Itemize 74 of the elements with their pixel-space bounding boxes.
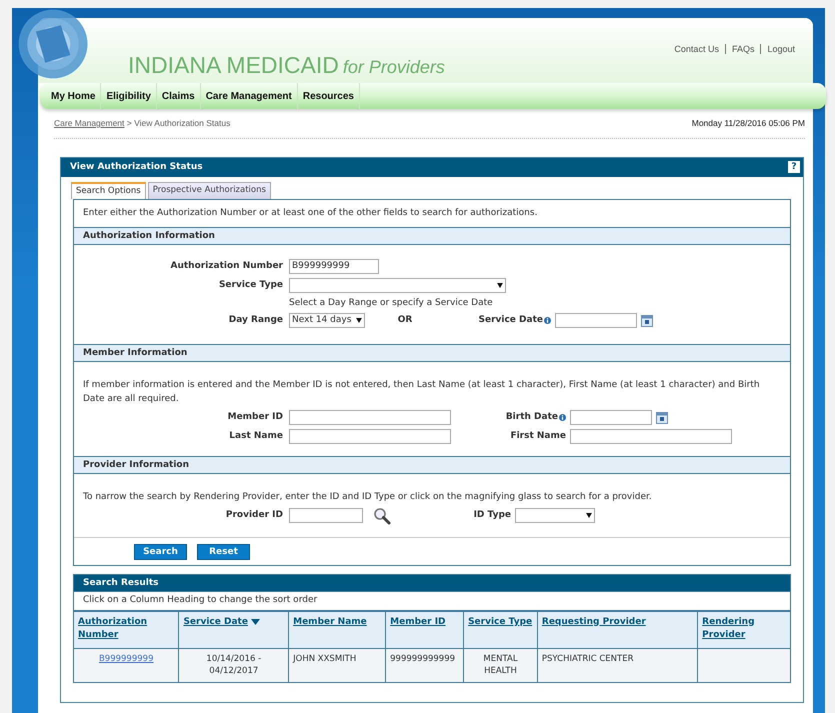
column-header-link[interactable]: Rendering Provider (702, 616, 786, 642)
dropdown[interactable] (289, 278, 506, 293)
dropdown[interactable]: Next 14 days (289, 313, 365, 328)
field-label: Last Name (228, 430, 284, 443)
caret-icon (586, 513, 592, 518)
section-header: Authorization Information (74, 227, 790, 245)
column-header[interactable]: Authorization Number (74, 611, 179, 648)
column-header-link[interactable]: Member ID (390, 616, 446, 629)
nav-item[interactable]: Claims (156, 83, 201, 109)
section-header: Member Information (74, 344, 790, 362)
column-header-link[interactable]: Service Date (183, 616, 248, 629)
column-header[interactable]: Service Date (178, 611, 289, 648)
input-field[interactable]: B999999999 (289, 259, 379, 274)
column-header[interactable]: Rendering Provider (698, 611, 790, 648)
date-time: Monday 11/28/2016 05:06 PM (692, 117, 805, 130)
dropdown[interactable] (515, 508, 595, 523)
table-cell: 10/14/2016 - 04/12/2017 (206, 654, 262, 676)
action-button[interactable]: Reset (197, 544, 250, 560)
field-label: Provider ID (224, 508, 284, 522)
or-label: OR (396, 314, 414, 327)
table-cell: 999999999999 (390, 654, 456, 664)
field-label: First Name (509, 430, 567, 443)
header-link[interactable]: FAQs (724, 44, 760, 54)
calendar-icon (656, 412, 668, 424)
input-field[interactable] (289, 410, 451, 425)
site-subtitle: for Providers (342, 57, 445, 77)
results-header: Search Results (73, 574, 791, 592)
help-button[interactable]: ? (788, 161, 800, 174)
table-cell: MENTAL HEALTH (483, 654, 518, 676)
header-link[interactable]: Contact Us (668, 44, 725, 54)
column-header-link[interactable]: Requesting Provider (542, 616, 646, 629)
column-header-link[interactable]: Authorization Number (78, 616, 174, 642)
field-label: Authorization Number (169, 260, 284, 273)
caret-icon (356, 318, 362, 323)
section-header: Provider Information (74, 456, 790, 474)
instruction-text: If member information is entered and the Member ID is not entered, then Last Name (at least 1 character), First Name (at least 1 character) and Birth Date are all required. (83, 379, 761, 406)
calendar-icon (641, 314, 653, 326)
tab[interactable]: Prospective Authorizations (148, 182, 271, 198)
instruction-text: To narrow the search by Rendering Provider, enter the ID and ID Type or click on the magnifying glass to search for a provider. (83, 491, 653, 504)
field-label: Service Type (218, 278, 284, 292)
column-header[interactable]: Requesting Provider (537, 611, 698, 648)
nav-item[interactable]: Resources (298, 83, 360, 109)
input-field[interactable] (570, 429, 732, 444)
column-header[interactable]: Member Name (288, 611, 386, 648)
breadcrumb-current: > View Authorization Status (126, 118, 230, 128)
hint-text: Select a Day Range or specify a Service Date (288, 297, 494, 310)
caret-icon (497, 283, 503, 288)
tab[interactable]: Search Options (71, 182, 146, 198)
field-label: Birth Date (506, 410, 558, 424)
field-label: ID Type (472, 508, 512, 522)
panel-title: View Authorization Status (70, 160, 203, 174)
date-field[interactable] (570, 410, 652, 425)
column-header[interactable]: Service Type (464, 611, 538, 648)
breadcrumb-link[interactable]: Care Management (54, 118, 124, 128)
input-field[interactable] (289, 508, 363, 523)
site-title: INDIANA MEDICAID (128, 52, 339, 78)
field-label: Member ID (226, 410, 284, 424)
header-link[interactable]: Logout (760, 44, 801, 54)
table-cell: JOHN XXSMITH (293, 654, 356, 664)
date-field[interactable] (555, 313, 637, 328)
nav-item[interactable]: My Home (46, 83, 102, 109)
table-cell: PSYCHIATRIC CENTER (542, 654, 634, 664)
field-label: Day Range (228, 314, 284, 327)
search-icon (373, 506, 391, 524)
nav-item[interactable]: Eligibility (101, 83, 157, 109)
column-header-link[interactable]: Service Type (468, 616, 532, 629)
action-button[interactable]: Search (134, 544, 187, 560)
nav-item[interactable]: Care Management (200, 83, 298, 109)
column-header-link[interactable]: Member Name (293, 616, 367, 629)
field-label: Service Date (478, 314, 543, 327)
instruction-text: Enter either the Authorization Number or at least one of the other fields to search for authorizations. (82, 206, 538, 220)
column-header[interactable]: Member ID (386, 611, 464, 648)
input-field[interactable] (289, 429, 451, 444)
table-link[interactable]: B999999999 (98, 654, 154, 664)
